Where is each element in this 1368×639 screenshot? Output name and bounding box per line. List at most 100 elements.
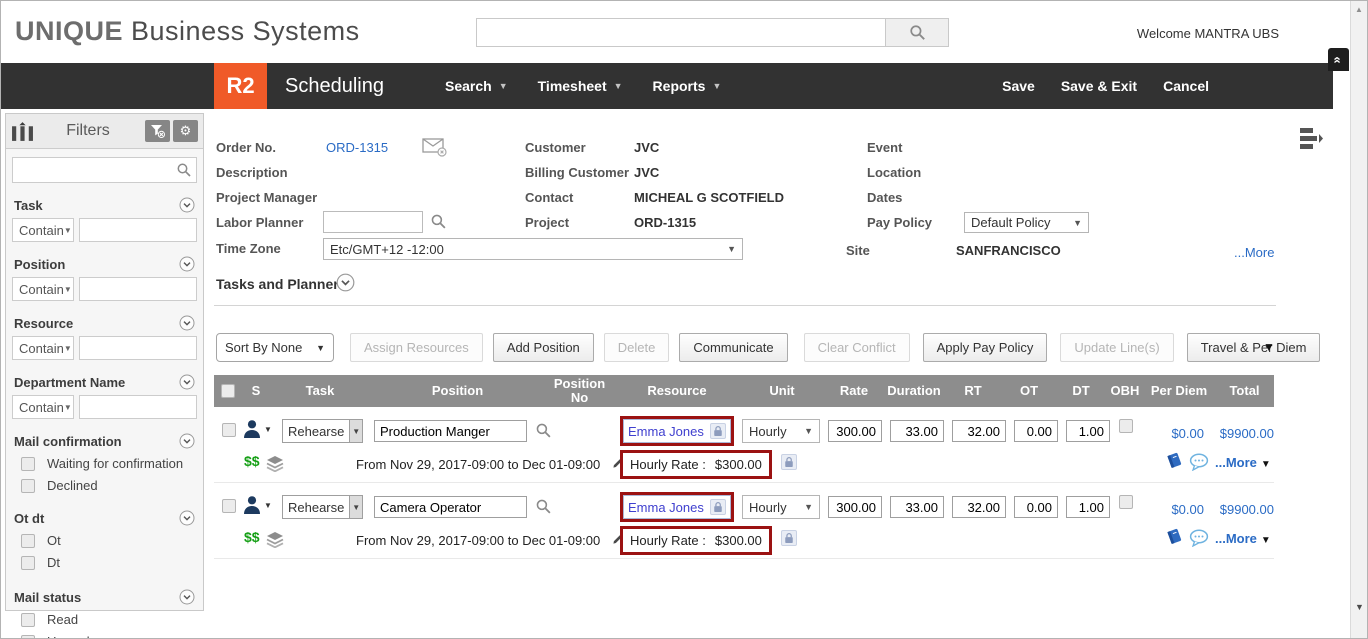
task-filter-input[interactable] (79, 218, 197, 242)
task-select[interactable]: Rehearse▼ (282, 495, 363, 519)
comment-bubble-icon[interactable] (1189, 529, 1209, 547)
ot-checkbox[interactable] (21, 534, 35, 548)
position-operator-select[interactable]: Contain▼ (12, 277, 74, 301)
total-value[interactable]: $9900.00 (1210, 502, 1274, 517)
notes-book-icon[interactable] (1166, 528, 1183, 545)
dt-input[interactable] (1066, 496, 1110, 518)
collapse-header-button[interactable]: « (1328, 48, 1349, 71)
per-diem-value[interactable]: $0.00 (1142, 502, 1204, 517)
filter-settings-button[interactable]: ⚙ (173, 120, 198, 142)
resource-link[interactable]: Emma Jones (628, 424, 704, 439)
row-select-checkbox[interactable] (222, 423, 236, 437)
apply-pay-policy-button[interactable]: Apply Pay Policy (923, 333, 1048, 362)
duration-input[interactable] (890, 496, 944, 518)
comment-bubble-icon[interactable] (1189, 453, 1209, 471)
dt-input[interactable] (1066, 420, 1110, 442)
save-exit-button[interactable]: Save & Exit (1061, 78, 1137, 94)
collapse-panel-icon[interactable] (11, 121, 34, 142)
time-zone-select[interactable]: Etc/GMT+12 -12:00▼ (323, 238, 743, 260)
read-checkbox[interactable] (21, 613, 35, 627)
chevron-down-icon[interactable]: ▼ (1261, 459, 1271, 470)
search-icon[interactable] (535, 498, 552, 515)
lock-icon[interactable] (710, 499, 726, 515)
notes-book-icon[interactable] (1166, 452, 1183, 469)
rt-input[interactable] (952, 496, 1006, 518)
resource-status-icon[interactable] (243, 495, 261, 515)
status-dropdown-icon[interactable]: ▼ (264, 501, 272, 510)
obh-checkbox[interactable] (1119, 419, 1133, 433)
department-filter-input[interactable] (79, 395, 197, 419)
rt-input[interactable] (952, 420, 1006, 442)
search-icon[interactable] (176, 162, 192, 178)
resource-field[interactable]: Emma Jones (623, 419, 731, 443)
section-collapse-icon[interactable] (336, 273, 355, 292)
waiting-confirmation-checkbox[interactable] (21, 457, 35, 471)
position-filter-input[interactable] (79, 277, 197, 301)
global-search-button[interactable] (886, 18, 949, 47)
labor-planner-input[interactable] (323, 211, 423, 233)
menu-search[interactable]: Search▼ (445, 78, 508, 94)
layers-icon[interactable] (266, 531, 284, 548)
resource-link[interactable]: Emma Jones (628, 500, 704, 515)
collapse-chevron-icon[interactable] (179, 589, 195, 605)
row-more-link[interactable]: ...More (1215, 531, 1257, 546)
order-no-link[interactable]: ORD-1315 (326, 140, 388, 155)
pay-policy-select[interactable]: Default Policy▼ (964, 212, 1089, 233)
duration-input[interactable] (890, 420, 944, 442)
position-input[interactable] (374, 420, 527, 442)
rate-input[interactable] (828, 420, 882, 442)
cancel-button[interactable]: Cancel (1163, 78, 1209, 94)
lock-icon[interactable] (710, 423, 726, 439)
chevron-down-icon[interactable]: ▼ (1261, 535, 1271, 546)
obh-checkbox[interactable] (1119, 495, 1133, 509)
save-button[interactable]: Save (1002, 78, 1035, 94)
resource-operator-select[interactable]: Contain▼ (12, 336, 74, 360)
row-select-checkbox[interactable] (222, 499, 236, 513)
per-diem-value[interactable]: $0.00 (1142, 426, 1204, 441)
add-position-button[interactable]: Add Position (493, 333, 594, 362)
task-select[interactable]: Rehearse▼ (282, 419, 363, 443)
more-details-link[interactable]: ...More (1234, 245, 1274, 260)
clear-filter-button[interactable] (145, 120, 170, 142)
layers-icon[interactable] (266, 455, 284, 472)
collapse-chevron-icon[interactable] (179, 433, 195, 449)
delete-button[interactable]: Delete (604, 333, 670, 362)
resource-status-icon[interactable] (243, 419, 261, 439)
rate-dollars-icon[interactable]: $$ (244, 453, 260, 469)
collapse-chevron-icon[interactable] (179, 510, 195, 526)
unit-select[interactable]: Hourly▼ (742, 419, 820, 443)
page-scrollbar[interactable]: ▲ ▼ (1350, 1, 1367, 638)
collapse-chevron-icon[interactable] (179, 197, 195, 213)
declined-checkbox[interactable] (21, 479, 35, 493)
select-all-checkbox[interactable] (221, 384, 235, 398)
resource-filter-input[interactable] (79, 336, 197, 360)
travel-per-diem-button[interactable]: Travel & Per Diem (1187, 333, 1321, 362)
position-input[interactable] (374, 496, 527, 518)
dt-checkbox[interactable] (21, 556, 35, 570)
filter-search-input[interactable] (12, 157, 197, 183)
collapse-chevron-icon[interactable] (179, 315, 195, 331)
resource-field[interactable]: Emma Jones (623, 495, 731, 519)
collapse-chevron-icon[interactable] (179, 256, 195, 272)
department-operator-select[interactable]: Contain▼ (12, 395, 74, 419)
search-icon[interactable] (535, 422, 552, 439)
task-operator-select[interactable]: Contain▼ (12, 218, 74, 242)
search-icon[interactable] (430, 213, 447, 230)
row-more-link[interactable]: ...More (1215, 455, 1257, 470)
update-lines-button[interactable]: Update Line(s) (1060, 333, 1173, 362)
ot-input[interactable] (1014, 496, 1058, 518)
total-value[interactable]: $9900.00 (1210, 426, 1274, 441)
unread-checkbox[interactable] (21, 635, 35, 639)
menu-reports[interactable]: Reports▼ (653, 78, 722, 94)
scroll-up-icon[interactable]: ▲ (1355, 5, 1363, 14)
toolbar-more-dropdown[interactable]: ▼ (1263, 340, 1275, 354)
communicate-button[interactable]: Communicate (679, 333, 787, 362)
lock-icon[interactable] (781, 530, 797, 546)
clear-conflict-button[interactable]: Clear Conflict (804, 333, 910, 362)
panel-toggle-icon[interactable] (1298, 125, 1324, 153)
menu-timesheet[interactable]: Timesheet▼ (538, 78, 623, 94)
sort-by-select[interactable]: Sort By None▼ (216, 333, 334, 362)
assign-resources-button[interactable]: Assign Resources (350, 333, 483, 362)
rate-dollars-icon[interactable]: $$ (244, 529, 260, 545)
scroll-down-icon[interactable]: ▼ (1355, 602, 1364, 612)
